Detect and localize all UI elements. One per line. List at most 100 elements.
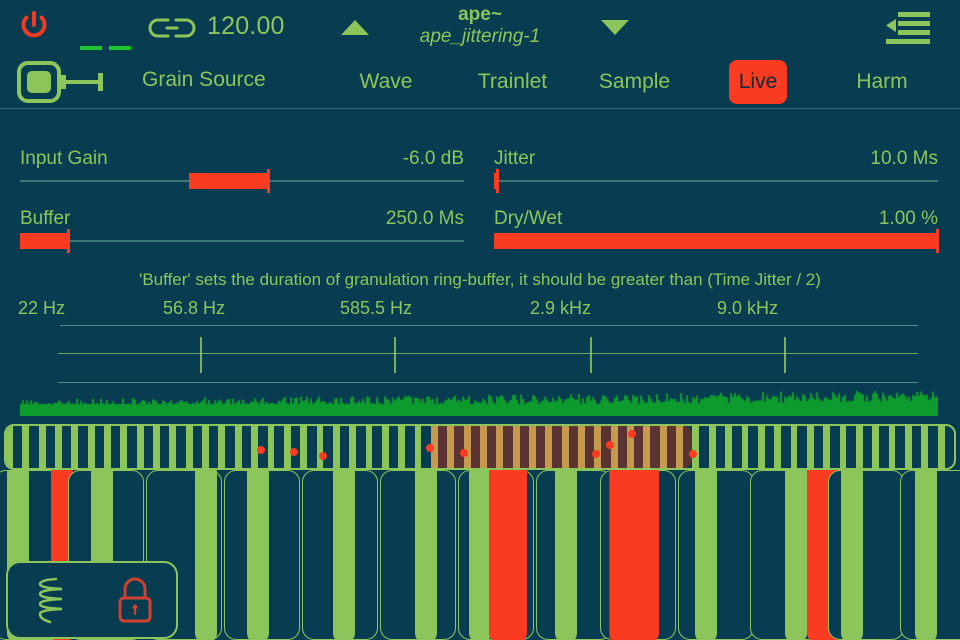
grain-bar [381, 426, 389, 468]
grain-bar [904, 426, 912, 468]
keyboard-key[interactable] [750, 470, 845, 640]
grid-line-mid [58, 353, 918, 354]
spectrum-grid[interactable] [20, 325, 938, 385]
keyboard-key[interactable] [600, 470, 676, 640]
param-slider-handle[interactable] [936, 229, 939, 253]
param-value: -6.0 dB [402, 148, 464, 169]
grain-bar [659, 426, 667, 468]
parameter-section: Input Gain -6.0 dB Jitter 10.0 Ms Buffer… [0, 112, 960, 258]
param-value: 250.0 Ms [385, 208, 464, 229]
grain-bar [594, 426, 602, 468]
grain-bar [283, 426, 291, 468]
freq-tick-label: 9.0 kHz [717, 298, 779, 318]
param-slider-handle[interactable] [496, 169, 500, 193]
grain-bar [414, 426, 422, 468]
grain-bar [496, 426, 504, 468]
grain-bar [774, 426, 782, 468]
grain-bar [921, 426, 929, 468]
bpm-value[interactable]: 120.00 [207, 12, 285, 41]
grain-marker-dot [319, 452, 327, 460]
key-stem [785, 470, 807, 640]
grain-position-strip[interactable] [4, 424, 956, 470]
grain-bar [332, 426, 340, 468]
grain-bar [218, 426, 226, 468]
lock-button[interactable] [111, 574, 159, 626]
grain-bar [398, 426, 406, 468]
spring-button[interactable] [26, 574, 76, 626]
grain-marker-dot [257, 446, 265, 454]
grain-bar [545, 426, 553, 468]
keyboard-key[interactable] [678, 470, 754, 640]
grain-source-button[interactable] [16, 60, 126, 104]
tab-trainlet[interactable]: Trainlet [455, 60, 570, 104]
grain-bar [316, 426, 324, 468]
grain-bar [169, 426, 177, 468]
keyboard-key[interactable] [828, 470, 904, 640]
grid-tick [590, 337, 593, 373]
param-value: 1.00 % [878, 208, 938, 229]
param-slider-handle[interactable] [266, 169, 270, 193]
grain-bar [234, 426, 242, 468]
grain-bar [692, 426, 700, 468]
param-slider-track[interactable] [494, 229, 939, 253]
param-label: Jitter [494, 148, 536, 169]
menu-button[interactable] [882, 10, 932, 46]
grain-bar [300, 426, 308, 468]
status-dash-2 [109, 46, 131, 50]
keyboard-key[interactable] [458, 470, 534, 640]
grain-bar [38, 426, 46, 468]
grain-bar [153, 426, 160, 468]
keyboard-key[interactable] [380, 470, 456, 640]
link-icon [148, 18, 196, 38]
key-stem [841, 470, 863, 640]
key-stem [195, 470, 217, 640]
grain-bar [104, 426, 111, 468]
grain-bar [855, 426, 863, 468]
grain-source-icon [17, 61, 103, 103]
link-button[interactable] [148, 14, 198, 42]
arrow-up-icon [341, 20, 369, 35]
grain-bar [202, 426, 209, 468]
param-slider-track[interactable] [20, 229, 464, 253]
param-value: 10.0 Ms [870, 148, 938, 169]
preset-next-button[interactable] [598, 16, 632, 38]
preset-title-block[interactable]: ape~ ape_jittering-1 [390, 5, 570, 49]
param-label: Buffer [20, 208, 71, 229]
tab-wave[interactable]: Wave [340, 60, 432, 104]
freq-tick-label: 585.5 Hz [340, 298, 413, 318]
app-root: 120.00 ape~ ape_jittering-1 Grain Source… [0, 0, 960, 640]
grain-marker-dot [460, 449, 468, 457]
tempo-up-button[interactable] [338, 16, 372, 38]
param-slider-handle[interactable] [66, 229, 70, 253]
param-slider-track[interactable] [494, 169, 938, 193]
grain-bar [676, 426, 683, 468]
grain-marker-dot [426, 444, 434, 452]
grain-bar [6, 426, 13, 468]
freq-tick-label: 22 Hz [18, 298, 66, 318]
keyboard-key[interactable] [224, 470, 300, 640]
keyboard-key[interactable] [900, 470, 960, 640]
grain-bar [512, 426, 520, 468]
key-stem [555, 470, 577, 640]
key-stem [247, 470, 269, 640]
tab-live[interactable]: Live [729, 60, 787, 104]
grain-source-label: Grain Source [142, 68, 266, 91]
grain-bar [937, 426, 945, 468]
status-dashes [80, 46, 140, 52]
grain-bar [120, 426, 128, 468]
power-button[interactable] [14, 6, 54, 46]
grain-bar [823, 426, 831, 468]
grid-line-bottom [58, 382, 918, 383]
grain-bar [136, 426, 144, 468]
arrow-down-icon [601, 20, 629, 35]
param-slider-track[interactable] [20, 169, 464, 193]
grain-bar [725, 426, 733, 468]
keyboard-key[interactable] [302, 470, 378, 640]
tab-sample[interactable]: Sample [582, 60, 687, 104]
grain-marker-dot [689, 450, 697, 458]
spectrum-waveform [20, 386, 938, 416]
grain-bar [267, 426, 275, 468]
tab-harm[interactable]: Harm [841, 60, 923, 104]
grain-marker-dot [592, 450, 600, 458]
grain-bar [22, 426, 30, 468]
